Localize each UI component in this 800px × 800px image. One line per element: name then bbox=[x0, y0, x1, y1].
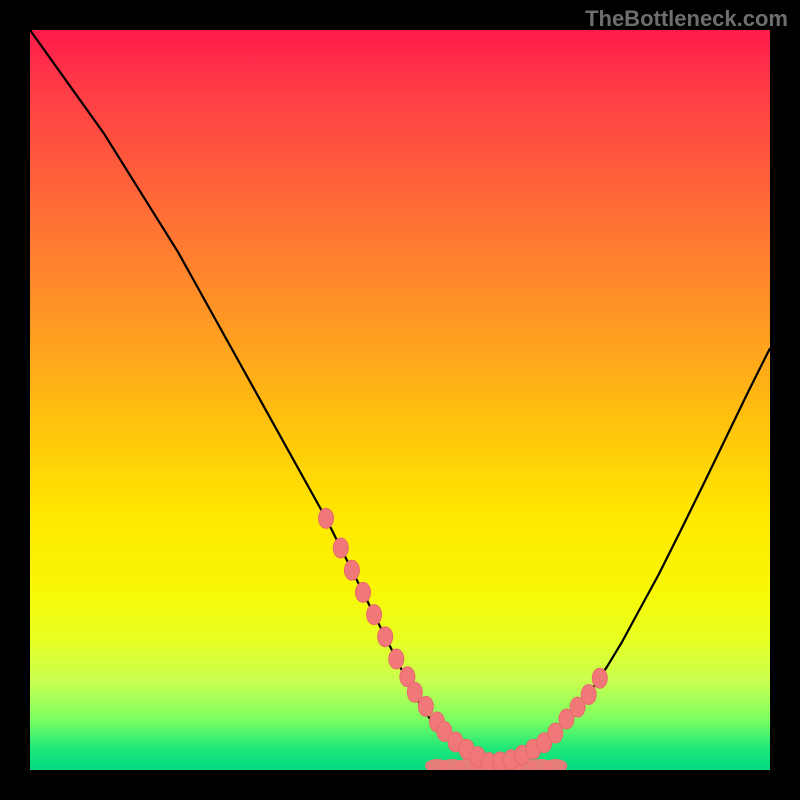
marker-dot bbox=[592, 668, 607, 688]
marker-dot bbox=[418, 696, 433, 716]
left-curve-line bbox=[30, 30, 489, 763]
marker-dot bbox=[356, 582, 371, 602]
marker-dot bbox=[344, 560, 359, 580]
markers-left-group bbox=[319, 508, 497, 770]
marker-dot bbox=[333, 538, 348, 558]
marker-dot bbox=[378, 627, 393, 647]
right-curve-line bbox=[489, 348, 770, 762]
markers-right-group bbox=[481, 668, 607, 770]
marker-dot bbox=[319, 508, 334, 528]
plot-frame bbox=[30, 30, 770, 770]
plot-svg bbox=[30, 30, 770, 770]
marker-dot bbox=[389, 649, 404, 669]
marker-dot bbox=[367, 605, 382, 625]
watermark-text: TheBottleneck.com bbox=[585, 6, 788, 32]
marker-dot bbox=[581, 685, 596, 705]
